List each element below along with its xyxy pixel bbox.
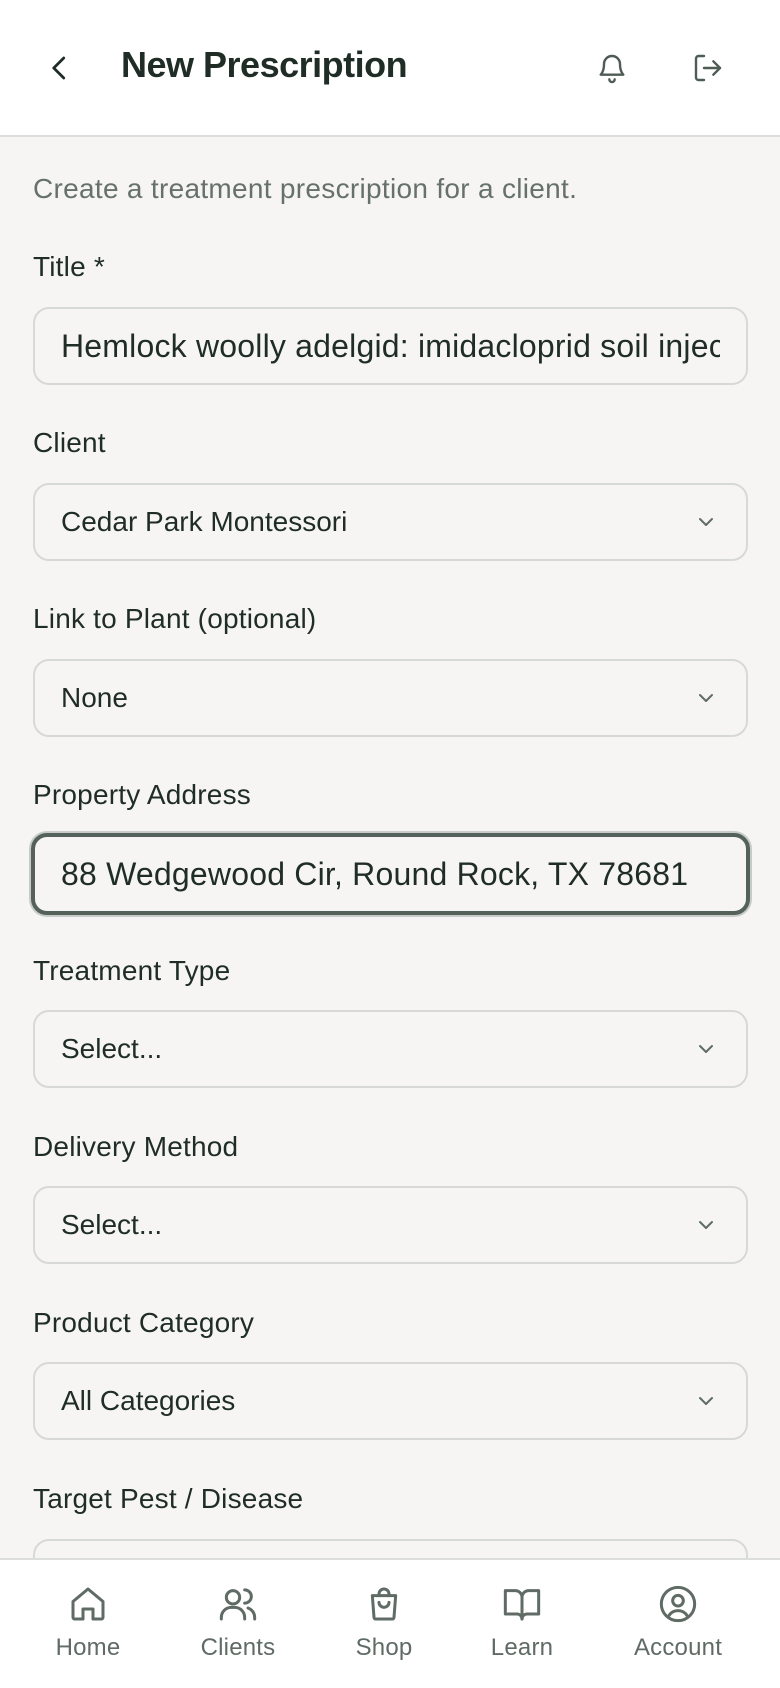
chevron-left-icon (52, 56, 66, 80)
plant-select[interactable]: None (33, 659, 748, 737)
client-value: Cedar Park Montessori (61, 506, 348, 537)
nav-clients-label: Clients (200, 1634, 276, 1661)
target-pest-label: Target Pest / Disease (33, 1483, 304, 1514)
plant-value: None (61, 682, 128, 713)
user-circle-icon (659, 1585, 697, 1623)
treatment-type-label: Treatment Type (33, 955, 231, 986)
bell-icon (599, 54, 625, 84)
delivery-method-value: Select... (61, 1209, 163, 1240)
form-description: Create a treatment prescription for a cl… (33, 173, 578, 204)
title-input[interactable] (61, 327, 720, 365)
plant-label: Link to Plant (optional) (33, 603, 317, 634)
shopping-bag-icon (370, 1587, 398, 1621)
address-label: Property Address (33, 779, 251, 810)
product-category-select[interactable]: All Categories (33, 1362, 748, 1440)
delivery-method-label: Delivery Method (33, 1131, 239, 1162)
nav-learn[interactable]: Learn (462, 1584, 582, 1662)
page-title: New Prescription (121, 44, 408, 85)
nav-learn-label: Learn (490, 1634, 554, 1661)
notifications-button[interactable] (582, 38, 642, 98)
target-pest-select[interactable] (33, 1539, 748, 1559)
bottom-nav: Home Clients Shop Learn Account (0, 1558, 780, 1688)
chevron-down-icon (692, 1035, 720, 1063)
chevron-down-icon (692, 1387, 720, 1415)
address-field[interactable] (31, 833, 750, 915)
chevron-down-icon (692, 1211, 720, 1239)
back-button[interactable] (30, 38, 90, 98)
treatment-type-value: Select... (61, 1033, 163, 1064)
title-field[interactable] (33, 307, 748, 385)
app-header: New Prescription (0, 0, 780, 137)
book-open-icon (503, 1589, 541, 1621)
nav-account-label: Account (633, 1634, 723, 1661)
home-icon (71, 1587, 105, 1621)
prescription-form: Create a treatment prescription for a cl… (0, 139, 780, 1559)
address-input[interactable] (61, 855, 720, 893)
product-category-value: All Categories (61, 1385, 236, 1416)
nav-clients[interactable]: Clients (178, 1584, 298, 1662)
nav-home[interactable]: Home (28, 1584, 148, 1662)
logout-button[interactable] (678, 38, 738, 98)
client-label: Client (33, 427, 106, 458)
chevron-down-icon (692, 508, 720, 536)
nav-shop[interactable]: Shop (324, 1584, 444, 1662)
product-category-label: Product Category (33, 1307, 255, 1338)
chevron-down-icon (692, 684, 720, 712)
users-icon (219, 1588, 257, 1621)
nav-account[interactable]: Account (618, 1584, 738, 1662)
logout-icon (694, 54, 722, 82)
delivery-method-select[interactable]: Select... (33, 1186, 748, 1264)
treatment-type-select[interactable]: Select... (33, 1010, 748, 1088)
title-label: Title * (33, 251, 105, 282)
nav-shop-label: Shop (355, 1634, 413, 1661)
nav-home-label: Home (55, 1634, 121, 1661)
client-select[interactable]: Cedar Park Montessori (33, 483, 748, 561)
